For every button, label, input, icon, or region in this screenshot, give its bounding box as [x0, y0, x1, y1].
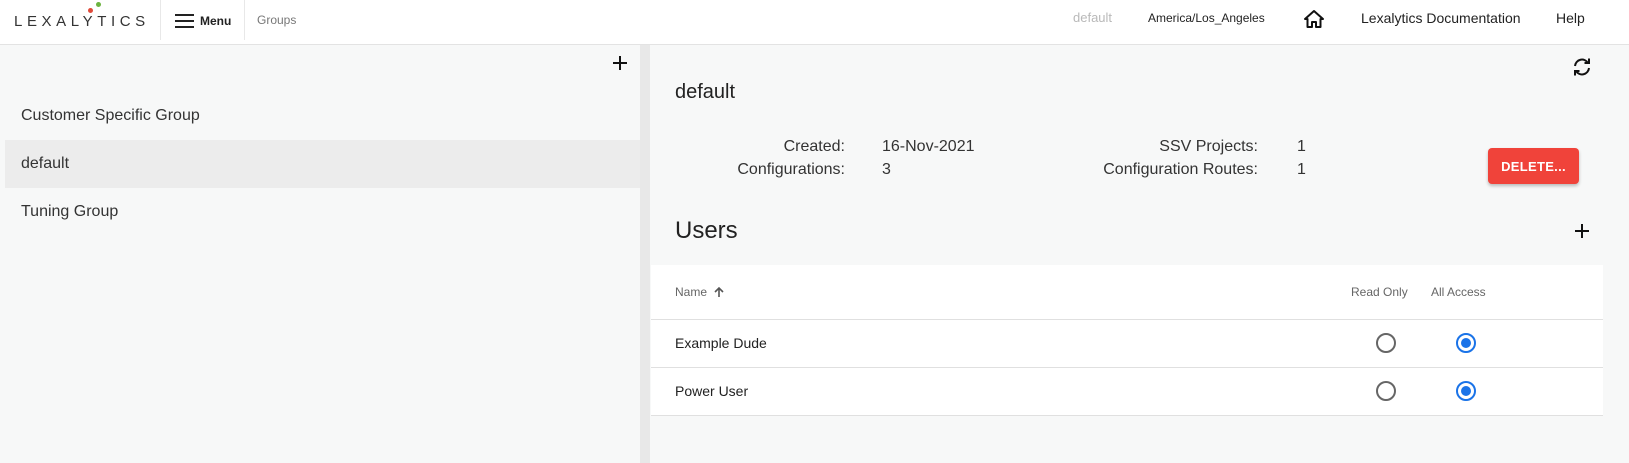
menu-button[interactable]: Menu: [175, 10, 231, 32]
configurations-value: 3: [882, 161, 891, 178]
breadcrumb[interactable]: Groups: [257, 13, 296, 27]
user-name: Example Dude: [675, 335, 767, 351]
help-link[interactable]: Help: [1556, 10, 1585, 26]
add-user-button[interactable]: [1572, 221, 1592, 241]
table-row: Example Dude: [651, 320, 1603, 368]
ssv-projects-label: SSV Projects:: [1159, 138, 1258, 155]
users-heading: Users: [675, 217, 738, 244]
configurations-label: Configurations:: [737, 161, 845, 178]
refresh-button[interactable]: [1570, 55, 1594, 79]
documentation-link[interactable]: Lexalytics Documentation: [1361, 10, 1521, 26]
configuration-routes-label: Configuration Routes:: [1103, 161, 1258, 178]
all-access-radio[interactable]: [1456, 333, 1476, 353]
home-icon[interactable]: [1303, 9, 1325, 32]
group-item-customer-specific[interactable]: Customer Specific Group: [5, 92, 640, 140]
name-column-header[interactable]: Name: [675, 285, 725, 299]
group-title: default: [675, 81, 736, 103]
refresh-icon: [1574, 58, 1590, 76]
group-item-label: Customer Specific Group: [21, 107, 200, 124]
all-access-radio[interactable]: [1456, 381, 1476, 401]
created-label: Created:: [783, 138, 845, 155]
group-item-tuning[interactable]: Tuning Group: [5, 188, 640, 236]
divider: [160, 0, 161, 40]
hamburger-icon: [175, 14, 194, 28]
user-name: Power User: [675, 383, 749, 399]
arrow-up-icon: [714, 286, 724, 297]
read-only-column-header: Read Only: [1351, 285, 1408, 299]
current-group-label: default: [1073, 10, 1113, 25]
logo-text: LEXALYTICS: [14, 12, 150, 30]
table-header: Name Read Only All Access: [651, 265, 1603, 320]
group-item-label: Tuning Group: [21, 203, 119, 220]
lexalytics-logo[interactable]: LEXALYTICS: [14, 2, 150, 32]
plus-icon: [613, 56, 627, 70]
divider: [244, 0, 245, 40]
delete-group-button[interactable]: DELETE...: [1488, 148, 1579, 184]
groups-panel: Customer Specific Group default Tuning G…: [0, 45, 640, 463]
top-bar: LEXALYTICS Menu Groups default America/L…: [0, 0, 1629, 45]
table-row: Power User: [651, 368, 1603, 416]
group-detail-panel: default Created: 16-Nov-2021 Configurati…: [650, 45, 1629, 463]
all-access-column-header: All Access: [1431, 285, 1486, 299]
logo-dot-red: [88, 8, 93, 13]
name-column-label: Name: [675, 285, 708, 299]
group-item-label: default: [21, 155, 70, 172]
timezone-selector[interactable]: America/Los_Angeles: [1148, 11, 1265, 25]
ssv-projects-value: 1: [1297, 138, 1306, 155]
logo-dot-green: [96, 2, 101, 7]
add-group-button[interactable]: [610, 53, 630, 73]
users-table: Name Read Only All Access Example Dude P…: [651, 265, 1603, 416]
configuration-routes-value: 1: [1297, 161, 1306, 178]
menu-label: Menu: [200, 14, 232, 28]
group-item-default[interactable]: default: [5, 140, 640, 188]
created-value: 16-Nov-2021: [882, 138, 975, 155]
panel-splitter[interactable]: [640, 45, 650, 463]
plus-icon: [1575, 224, 1589, 238]
read-only-radio[interactable]: [1376, 333, 1396, 353]
read-only-radio[interactable]: [1376, 381, 1396, 401]
